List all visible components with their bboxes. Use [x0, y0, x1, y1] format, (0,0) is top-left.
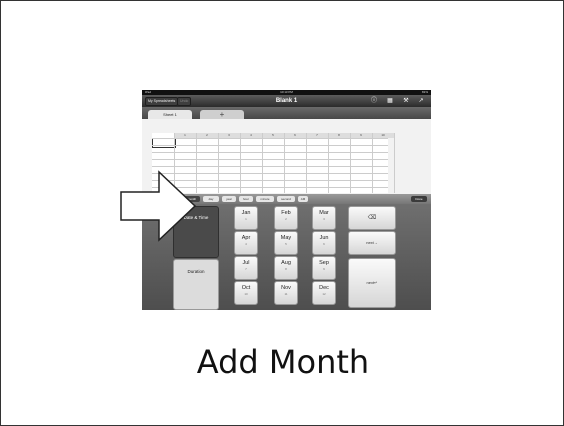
month-key-number: 11 — [284, 292, 288, 296]
month-key-number: 3 — [323, 217, 325, 221]
month-key-nov[interactable]: Nov 11 — [274, 281, 298, 305]
month-key-sep[interactable]: Sep 9 — [312, 256, 336, 280]
nav-bar: My Spreadsheets Undo Blank 1 ⓘ ▦ ⚒ ↗ — [142, 95, 431, 107]
month-key-number: 9 — [323, 267, 325, 271]
next-return-key[interactable]: next↵ — [348, 258, 396, 308]
info-icon[interactable]: ⓘ — [370, 97, 378, 105]
add-sheet-button[interactable]: + — [200, 110, 244, 119]
grid-line — [372, 133, 373, 193]
month-key-apr[interactable]: Apr 4 — [234, 231, 258, 255]
pointer-arrow-icon — [120, 170, 197, 242]
slide-caption: Add Month — [196, 343, 370, 381]
grid-line — [350, 133, 351, 193]
month-key-label: Mar — [319, 210, 329, 216]
month-key-label: Nov — [281, 285, 291, 291]
unit-chip-minute[interactable]: minute — [256, 196, 274, 202]
done-button[interactable]: Done — [411, 196, 427, 202]
delete-key[interactable]: ⌫ — [348, 206, 396, 230]
month-key-dec[interactable]: Dec 12 — [312, 281, 336, 305]
sheet-tab-bar: Sheet 1 + — [142, 107, 431, 119]
month-key-jan[interactable]: Jan 1 — [234, 206, 258, 230]
grid-line — [218, 133, 219, 193]
grid-line — [328, 133, 329, 193]
month-key-label: Apr — [241, 235, 251, 241]
grid-line — [152, 138, 388, 139]
month-key-number: 1 — [245, 217, 247, 221]
next-key[interactable]: next→ — [348, 231, 396, 255]
month-key-number: 5 — [285, 242, 287, 246]
grid-line — [262, 133, 263, 193]
month-key-number: 6 — [323, 242, 325, 246]
unit-chip-day[interactable]: day — [203, 196, 219, 202]
unit-chip-year[interactable]: year — [222, 196, 236, 202]
grid-line — [240, 133, 241, 193]
grid-line — [284, 133, 285, 193]
month-key-jun[interactable]: Jun 6 — [312, 231, 336, 255]
month-key-label: Aug — [281, 260, 291, 266]
month-key-number: 4 — [245, 242, 247, 246]
month-key-label: Jan — [241, 210, 251, 216]
slide: iPad 10:13 PM 81% My Spreadsheets Undo B… — [0, 0, 564, 426]
wrench-icon[interactable]: ⚒ — [402, 97, 410, 105]
month-key-number: 2 — [285, 217, 287, 221]
grid-line — [152, 159, 388, 160]
month-key-number: 12 — [322, 292, 326, 296]
month-key-number: 8 — [285, 267, 287, 271]
month-key-label: Dec — [319, 285, 329, 291]
fullscreen-icon[interactable]: ↗ — [417, 97, 425, 105]
month-key-mar[interactable]: Mar 3 — [312, 206, 336, 230]
month-key-label: May — [280, 235, 292, 241]
month-key-number: 7 — [245, 267, 247, 271]
unit-chip-am[interactable]: AM — [298, 196, 308, 202]
month-key-label: Sep — [319, 260, 329, 266]
media-icon[interactable]: ▦ — [386, 97, 394, 105]
month-key-label: Feb — [281, 210, 291, 216]
duration-key[interactable]: Duration — [173, 259, 219, 310]
unit-chip-hour[interactable]: hour — [239, 196, 253, 202]
grid-line — [306, 133, 307, 193]
month-key-label: Jul — [242, 260, 250, 266]
unit-chip-second[interactable]: second — [277, 196, 295, 202]
grid-line — [394, 133, 395, 193]
month-key-feb[interactable]: Feb 2 — [274, 206, 298, 230]
month-key-aug[interactable]: Aug 8 — [274, 256, 298, 280]
tab-sheet-1[interactable]: Sheet 1 — [148, 110, 192, 119]
month-key-label: Jun — [319, 235, 329, 241]
grid-line — [152, 152, 388, 153]
month-key-oct[interactable]: Oct 10 — [234, 281, 258, 305]
month-key-may[interactable]: May 5 — [274, 231, 298, 255]
month-key-label: Oct — [241, 285, 251, 291]
month-key-jul[interactable]: Jul 7 — [234, 256, 258, 280]
selected-cell[interactable] — [152, 138, 176, 148]
grid-line — [152, 145, 388, 146]
month-key-number: 10 — [244, 292, 248, 296]
